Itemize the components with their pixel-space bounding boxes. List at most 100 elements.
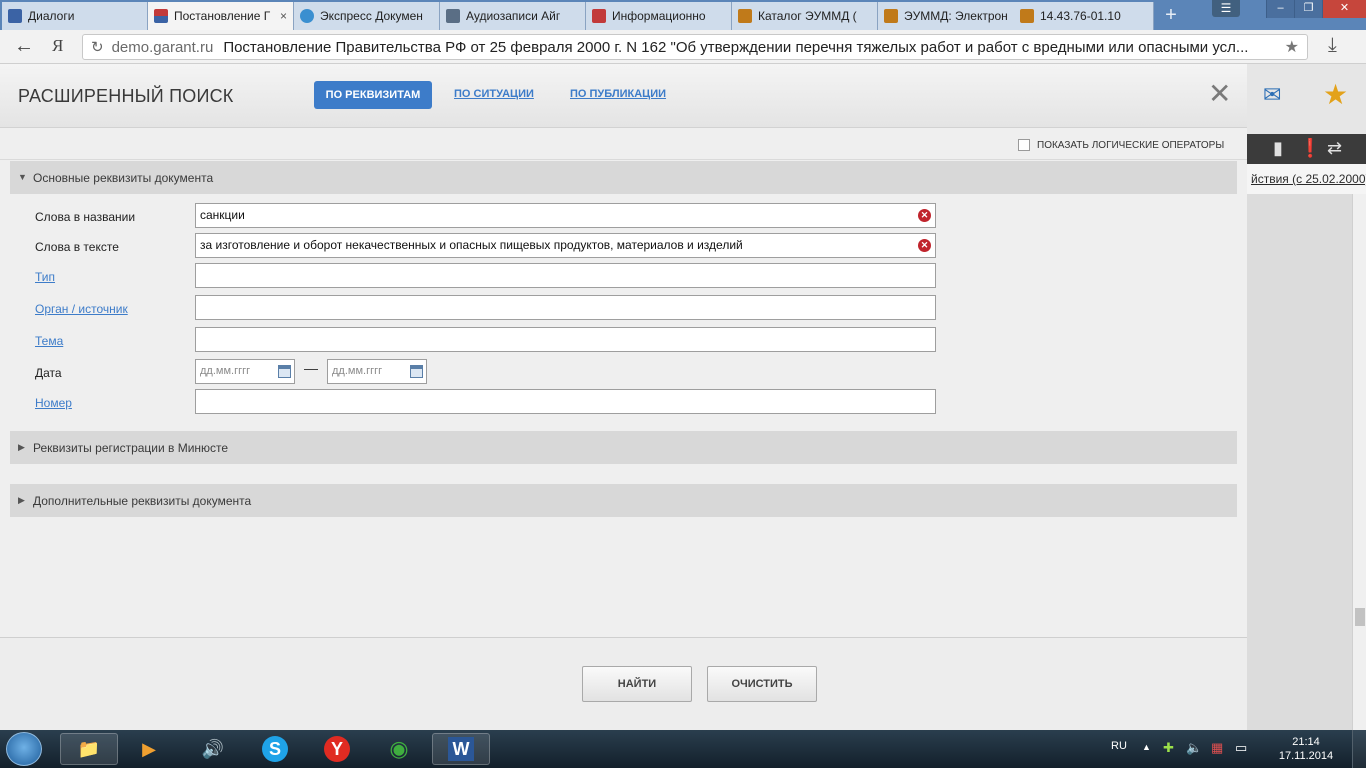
close-icon[interactable]: ✕ <box>1208 80 1231 108</box>
title-words-value: санкции <box>200 208 245 222</box>
date-to-input[interactable]: дд.мм.гггг <box>327 359 427 384</box>
download-icon[interactable]: ⤓ <box>1328 34 1337 57</box>
yandex-logo-icon[interactable]: Я <box>52 36 63 56</box>
favorites-star-icon[interactable]: ★ <box>1323 78 1348 111</box>
date-from-input[interactable]: дд.мм.гггг <box>195 359 295 384</box>
tray-device-icon[interactable]: ▦ <box>1211 740 1223 756</box>
title-words-input[interactable]: санкции ✕ <box>195 203 936 228</box>
garant-flag-icon <box>154 9 168 23</box>
university-icon <box>884 9 898 23</box>
expanded-triangle-icon: ▼ <box>18 172 27 182</box>
close-window-button[interactable]: ✕ <box>1322 0 1366 18</box>
source-link[interactable]: Орган / источник <box>35 302 128 316</box>
reload-icon[interactable]: ↻ <box>91 38 104 56</box>
section-extra-attributes[interactable]: ▶ Дополнительные реквизиты документа <box>10 484 1237 517</box>
section-minjust-registration[interactable]: ▶ Реквизиты регистрации в Минюсте <box>10 431 1237 464</box>
tray-app-icon[interactable]: ✚ <box>1163 740 1174 756</box>
tab-audio[interactable]: Аудиозаписи Айг <box>440 2 586 30</box>
tab-specialty-code[interactable]: 14.43.76-01.10 <box>1014 2 1154 30</box>
volume-icon[interactable]: 🔈 <box>1186 740 1202 756</box>
url-field[interactable]: ↻ demo.garant.ru Постановление Правитель… <box>82 34 1308 60</box>
skype-icon[interactable]: S <box>246 733 304 765</box>
tab-label: Информационно <box>612 9 706 23</box>
logic-operators-label[interactable]: ПОКАЗАТЬ ЛОГИЧЕСКИЕ ОПЕРАТОРЫ <box>1037 140 1224 151</box>
tab-by-situation[interactable]: ПО СИТУАЦИИ <box>454 88 534 100</box>
url-domain: demo.garant.ru <box>111 38 214 56</box>
number-input[interactable] <box>195 389 936 414</box>
clear-field-icon[interactable]: ✕ <box>918 239 931 252</box>
warning-icon[interactable]: ❗ <box>1299 138 1321 159</box>
browser-menu-button[interactable]: ☰ <box>1212 0 1240 17</box>
tab-label: ЭУММД: Электрон <box>904 9 1008 23</box>
document-toolbar: ▮ ❗ ⇄ <box>1247 134 1366 164</box>
tab-information[interactable]: Информационно <box>586 2 732 30</box>
system-clock[interactable]: 21:14 17.11.2014 <box>1276 735 1336 763</box>
tab-catalog-eummd[interactable]: Каталог ЭУММД ( <box>732 2 878 30</box>
tab-label: Каталог ЭУММД ( <box>758 9 857 23</box>
topic-link[interactable]: Тема <box>35 334 63 348</box>
source-input[interactable] <box>195 295 936 320</box>
tab-express-documents[interactable]: Экспресс Докумен <box>294 2 440 30</box>
minimize-button[interactable]: ‒ <box>1266 0 1294 18</box>
document-scrollbar[interactable] <box>1352 194 1366 730</box>
clock-date: 17.11.2014 <box>1278 750 1334 762</box>
type-link[interactable]: Тип <box>35 270 55 284</box>
document-body <box>1247 194 1352 730</box>
section-title: Реквизиты регистрации в Минюсте <box>33 441 229 455</box>
extended-search-dialog: РАСШИРЕННЫЙ ПОИСК ПО РЕКВИЗИТАМ ПО СИТУА… <box>0 64 1247 730</box>
back-arrow-icon[interactable]: ← <box>14 35 34 58</box>
language-indicator[interactable]: RU <box>1111 740 1127 752</box>
section-main-attributes[interactable]: ▼ Основные реквизиты документа <box>10 161 1237 194</box>
network-icon[interactable]: ▭ <box>1235 740 1247 756</box>
mail-user-icon[interactable]: ✉ <box>1263 82 1281 108</box>
topic-input[interactable] <box>195 327 936 352</box>
compare-arrows-icon[interactable]: ⇄ <box>1327 138 1342 159</box>
new-tab-button[interactable]: + <box>1160 4 1182 26</box>
chrome-icon[interactable]: ◉ <box>370 733 428 765</box>
tab-by-publication[interactable]: ПО ПУБЛИКАЦИИ <box>570 88 666 100</box>
folder-icon[interactable]: 📁 <box>60 733 118 765</box>
clear-field-icon[interactable]: ✕ <box>918 209 931 222</box>
dialog-header: РАСШИРЕННЫЙ ПОИСК ПО РЕКВИЗИТАМ ПО СИТУА… <box>0 64 1247 128</box>
edition-link[interactable]: йствия (с 25.02.2000) <box>1251 172 1366 186</box>
clear-button[interactable]: ОЧИСТИТЬ <box>707 666 817 702</box>
calendar-icon[interactable] <box>278 365 291 378</box>
window-controls: ‒ ❐ ✕ <box>1266 0 1366 18</box>
text-words-input[interactable]: за изготовление и оборот некачественных … <box>195 233 936 258</box>
kc-logo-icon <box>592 9 606 23</box>
snowflake-icon <box>300 9 314 23</box>
number-link[interactable]: Номер <box>35 396 72 410</box>
date-to-placeholder: дд.мм.гггг <box>332 365 383 377</box>
clock-time: 21:14 <box>1292 736 1320 748</box>
find-button[interactable]: НАЙТИ <box>582 666 692 702</box>
calendar-icon[interactable] <box>410 365 423 378</box>
university-icon <box>738 9 752 23</box>
collapsed-triangle-icon: ▶ <box>18 442 25 452</box>
tab-label: Аудиозаписи Айг <box>466 9 561 23</box>
dialog-title: РАСШИРЕННЫЙ ПОИСК <box>18 86 234 106</box>
speaker-icon[interactable]: 🔊 <box>184 733 242 765</box>
bookmark-star-icon[interactable]: ★ <box>1277 37 1307 57</box>
word-icon[interactable]: W <box>432 733 490 765</box>
tab-label: 14.43.76-01.10 <box>1040 9 1121 23</box>
tray-expand-icon[interactable]: ▲ <box>1142 742 1151 752</box>
tab-eummd-electronic[interactable]: ЭУММД: Электрон <box>878 2 1024 30</box>
show-desktop-button[interactable] <box>1352 730 1366 768</box>
skype-badge: S <box>262 736 288 762</box>
type-input[interactable] <box>195 263 936 288</box>
logic-operators-bar: ПОКАЗАТЬ ЛОГИЧЕСКИЕ ОПЕРАТОРЫ <box>0 130 1247 160</box>
tab-garant-document[interactable]: Постановление Г × <box>148 2 294 30</box>
background-header: ✉ ★ <box>1247 64 1366 134</box>
tab-label: Диалоги <box>28 9 75 23</box>
bookmark-icon[interactable]: ▮ <box>1273 138 1283 159</box>
tab-dialogs[interactable]: Диалоги <box>2 2 148 30</box>
tab-by-attributes[interactable]: ПО РЕКВИЗИТАМ <box>314 81 432 109</box>
scrollbar-thumb[interactable] <box>1355 608 1365 626</box>
yandex-browser-icon[interactable]: Y <box>308 733 366 765</box>
tab-label: Экспресс Докумен <box>320 9 423 23</box>
logic-operators-checkbox[interactable] <box>1018 139 1030 151</box>
maximize-button[interactable]: ❐ <box>1294 0 1322 18</box>
start-button[interactable] <box>6 732 42 766</box>
tab-close-icon[interactable]: × <box>280 9 287 23</box>
media-player-icon[interactable]: ▶ <box>120 733 178 765</box>
